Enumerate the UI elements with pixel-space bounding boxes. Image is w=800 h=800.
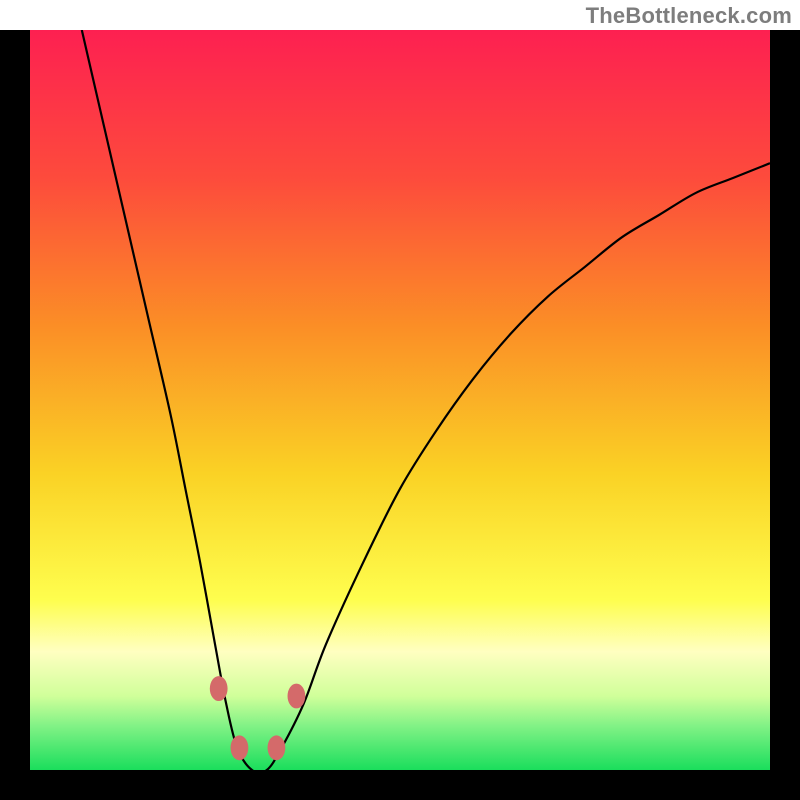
marker-layer [30,30,770,770]
watermark-text: TheBottleneck.com [586,3,792,29]
marker-left-lower [231,735,249,760]
plot-area [30,30,770,770]
marker-right-upper [288,684,306,709]
marker-right-lower [268,735,286,760]
marker-left-upper [210,676,228,701]
chart-stage: TheBottleneck.com [0,0,800,800]
